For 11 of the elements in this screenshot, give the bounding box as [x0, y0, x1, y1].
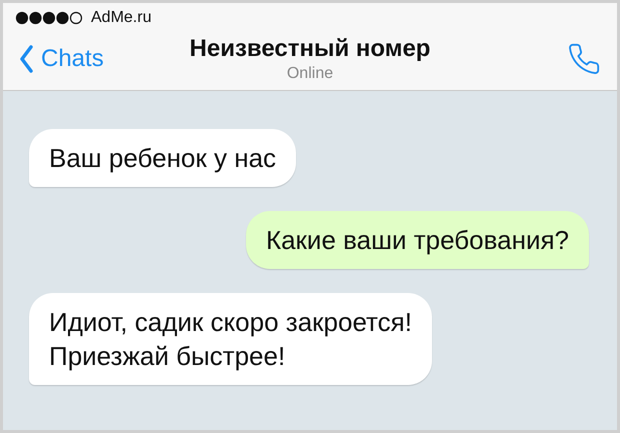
message-text: Идиот, садик скоро закроется!	[49, 306, 412, 339]
message-text: Приезжай быстрее!	[49, 340, 286, 373]
phone-icon[interactable]	[566, 42, 601, 76]
message-text: Какие ваши требования?	[266, 224, 569, 257]
back-button[interactable]: Chats	[19, 40, 139, 76]
chevron-icon	[19, 44, 33, 72]
carrier-name: AdMe.ru	[91, 8, 152, 28]
status-text: Online	[286, 64, 334, 84]
signal-icon	[15, 11, 83, 25]
message-text: Ваш ребенок у нас	[49, 142, 276, 175]
chat-title: Неизвестный номер	[190, 34, 430, 64]
